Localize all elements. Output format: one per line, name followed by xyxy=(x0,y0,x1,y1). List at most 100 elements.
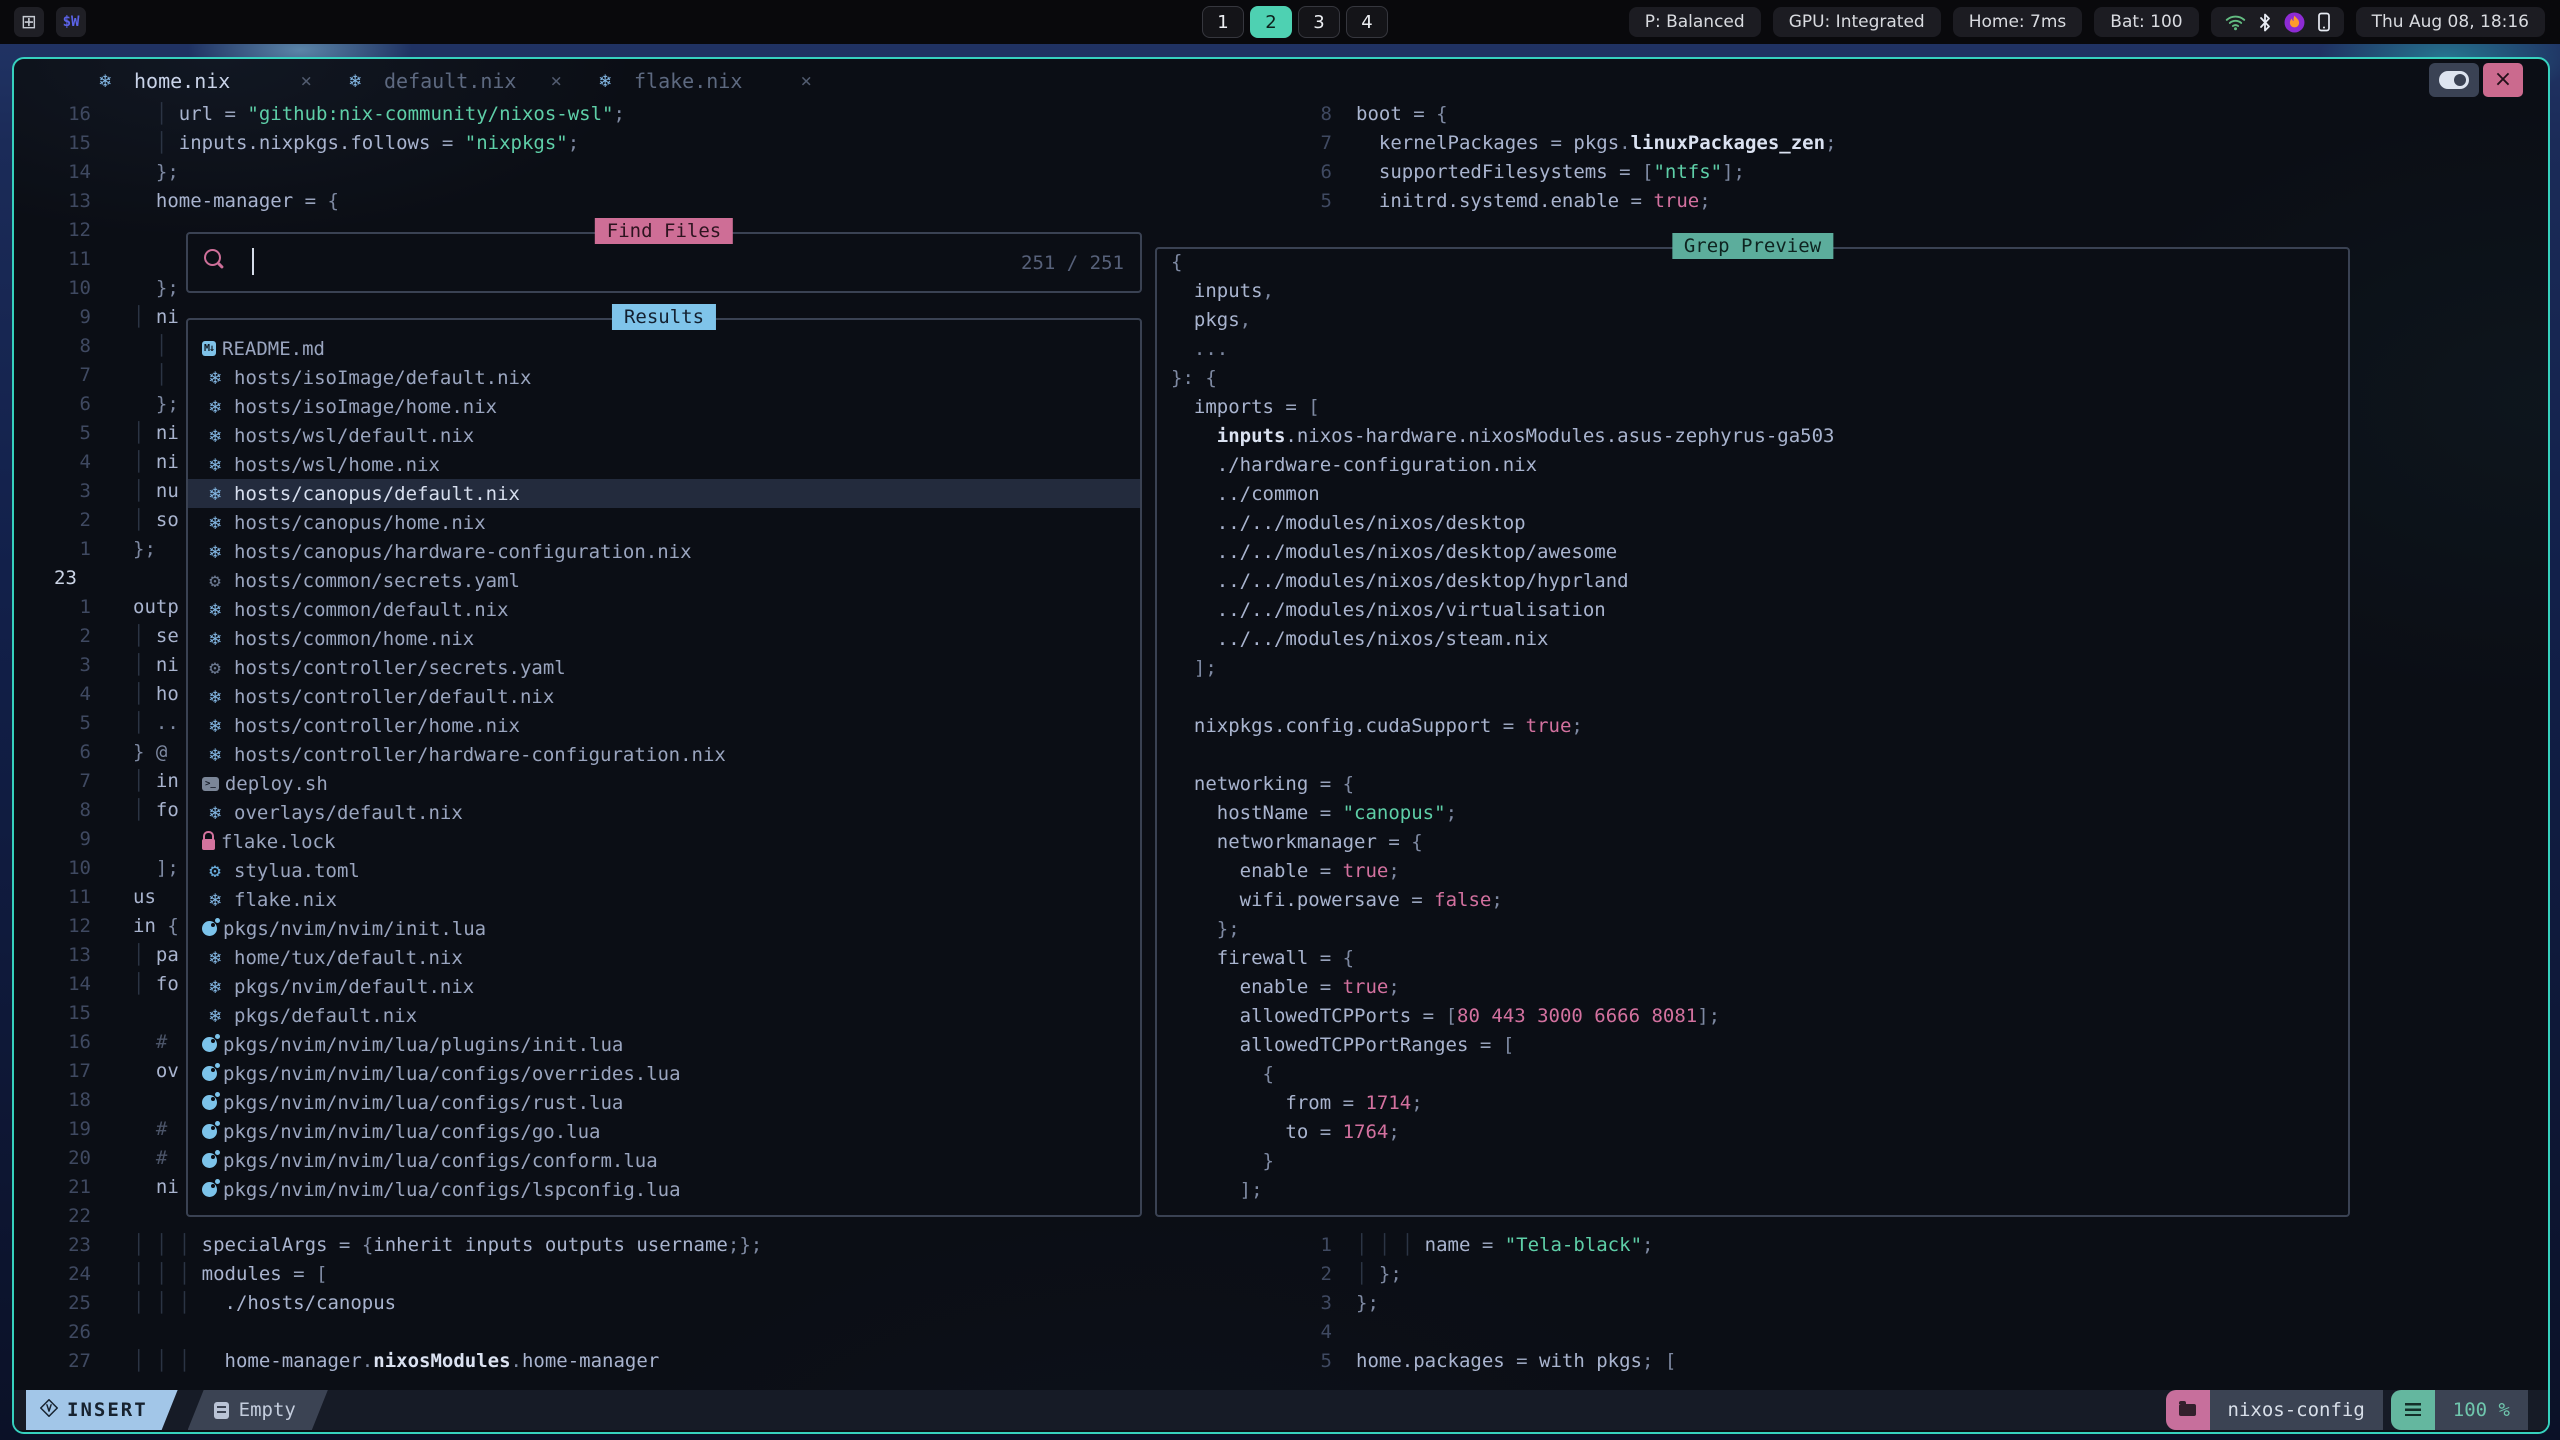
result-label: hosts/controller/secrets.yaml xyxy=(234,657,566,679)
result-item[interactable]: pkgs/nvim/nvim/lua/configs/go.lua xyxy=(188,1117,1140,1146)
line-number: 5 xyxy=(14,422,91,451)
pill-network-latency[interactable]: Home: 7ms xyxy=(1953,7,2083,37)
result-item[interactable]: pkgs/nvim/nvim/lua/configs/rust.lua xyxy=(188,1088,1140,1117)
workspace-1[interactable]: 1 xyxy=(1202,6,1244,38)
result-item[interactable]: ❄hosts/isoImage/home.nix xyxy=(188,392,1140,421)
tab-close-icon[interactable]: × xyxy=(801,70,812,92)
line-number: 2 xyxy=(1290,1263,1332,1292)
gear-icon: ⚙ xyxy=(202,570,228,592)
flame-icon[interactable] xyxy=(2284,12,2305,33)
result-item[interactable]: ❄hosts/wsl/home.nix xyxy=(188,450,1140,479)
wifi-icon[interactable] xyxy=(2225,14,2246,31)
bluetooth-icon[interactable] xyxy=(2259,13,2271,32)
lua-icon xyxy=(202,1182,217,1197)
result-item[interactable]: pkgs/nvim/nvim/lua/configs/overrides.lua xyxy=(188,1059,1140,1088)
result-item[interactable]: ❄hosts/canopus/default.nix xyxy=(188,479,1140,508)
result-item[interactable]: ❄home/tux/default.nix xyxy=(188,943,1140,972)
result-label: README.md xyxy=(222,338,325,360)
result-item[interactable]: ❄hosts/controller/default.nix xyxy=(188,682,1140,711)
preview-line: ... xyxy=(1171,338,2344,367)
preview-line: enable = true; xyxy=(1171,976,2344,1005)
code-text xyxy=(1332,1321,1356,1350)
result-item[interactable]: pkgs/nvim/nvim/lua/configs/conform.lua xyxy=(188,1146,1140,1175)
line-number: 17 xyxy=(14,1060,91,1089)
workspace-3[interactable]: 3 xyxy=(1298,6,1340,38)
tab-label: default.nix xyxy=(384,69,516,93)
result-item[interactable]: ❄hosts/common/default.nix xyxy=(188,595,1140,624)
line-number: 14 xyxy=(14,973,91,1002)
right-editor-pane-top[interactable]: 8boot = {7 kernelPackages = pkgs.linuxPa… xyxy=(1290,103,2540,219)
tab-close-icon[interactable]: × xyxy=(551,70,562,92)
code-text: │ │ │ modules = [ xyxy=(91,1263,328,1292)
line-number: 25 xyxy=(14,1292,91,1321)
nix-snowflake: ❄ xyxy=(202,628,228,650)
nix-snowflake: ❄ xyxy=(592,70,618,92)
result-item[interactable]: ❄hosts/isoImage/default.nix xyxy=(188,363,1140,392)
phone-icon[interactable] xyxy=(2318,12,2330,32)
line-number: 3 xyxy=(1290,1292,1332,1321)
clock[interactable]: Thu Aug 08, 18:16 xyxy=(2356,7,2545,37)
result-item[interactable]: ❄overlays/default.nix xyxy=(188,798,1140,827)
result-item[interactable]: pkgs/nvim/nvim/lua/plugins/init.lua xyxy=(188,1030,1140,1059)
code-text: # xyxy=(91,1031,167,1060)
result-label: hosts/common/default.nix xyxy=(234,599,509,621)
result-label: hosts/wsl/home.nix xyxy=(234,454,440,476)
right-editor-pane-bottom[interactable]: 1│ │ │ name = "Tela-black";2│ };3};45hom… xyxy=(1290,1234,2540,1379)
find-files-popup[interactable]: Find Files 251 / 251 xyxy=(186,232,1142,293)
pill-battery[interactable]: Bat: 100 xyxy=(2094,7,2198,37)
result-item[interactable]: ❄pkgs/default.nix xyxy=(188,1001,1140,1030)
result-item[interactable]: >_deploy.sh xyxy=(188,769,1140,798)
result-label: home/tux/default.nix xyxy=(234,947,463,969)
code-text: │ │ │ specialArgs = {inherit inputs outp… xyxy=(91,1234,762,1263)
tab-close-icon[interactable]: × xyxy=(301,70,312,92)
toggle-button[interactable] xyxy=(2429,63,2479,97)
code-line: 16 │ url = "github:nix-community/nixos-w… xyxy=(14,103,1284,132)
result-item[interactable]: ❄hosts/controller/hardware-configuration… xyxy=(188,740,1140,769)
result-item[interactable]: ❄hosts/canopus/home.nix xyxy=(188,508,1140,537)
line-number: 10 xyxy=(14,277,91,306)
result-item[interactable]: ❄hosts/wsl/default.nix xyxy=(188,421,1140,450)
result-item[interactable]: flake.lock xyxy=(188,827,1140,856)
result-item[interactable]: ⚙ hosts/controller/secrets.yaml xyxy=(188,653,1140,682)
result-item[interactable]: M↓README.md xyxy=(188,334,1140,363)
code-line: 5 initrd.systemd.enable = true; xyxy=(1290,190,2540,219)
result-label: hosts/isoImage/home.nix xyxy=(234,396,497,418)
result-label: deploy.sh xyxy=(225,773,328,795)
workspace-4[interactable]: 4 xyxy=(1346,6,1388,38)
window-close-button[interactable]: × xyxy=(2483,63,2523,97)
result-label: hosts/controller/home.nix xyxy=(234,715,520,737)
file-segment: Empty xyxy=(188,1390,328,1430)
pill-gpu[interactable]: GPU: Integrated xyxy=(1773,7,1941,37)
pill-power-profile[interactable]: P: Balanced xyxy=(1629,7,1761,37)
code-text: │ xyxy=(91,364,167,393)
nix-snowflake: ❄ xyxy=(202,976,228,998)
workspace-2[interactable]: 2 xyxy=(1250,6,1292,38)
result-item[interactable]: pkgs/nvim/nvim/init.lua xyxy=(188,914,1140,943)
tab-home.nix[interactable]: ❄home.nix× xyxy=(92,69,342,93)
result-item[interactable]: pkgs/nvim/nvim/lua/configs/lspconfig.lua xyxy=(188,1175,1140,1204)
preview-line xyxy=(1171,686,2344,715)
result-item[interactable]: ❄hosts/canopus/hardware-configuration.ni… xyxy=(188,537,1140,566)
code-line: 14 }; xyxy=(14,161,1284,190)
workspaces: 1234 xyxy=(1202,6,1388,38)
tab-default.nix[interactable]: ❄default.nix× xyxy=(342,69,592,93)
gear-icon: ⚙ xyxy=(202,657,228,679)
line-number: 12 xyxy=(14,915,91,944)
result-item[interactable]: ⚙hosts/common/secrets.yaml xyxy=(188,566,1140,595)
result-item[interactable]: ❄hosts/controller/home.nix xyxy=(188,711,1140,740)
code-text: │ ni xyxy=(91,306,179,335)
tab-flake.nix[interactable]: ❄flake.nix× xyxy=(592,69,842,93)
result-item[interactable]: ❄flake.nix xyxy=(188,885,1140,914)
line-number: 12 xyxy=(14,219,91,248)
terminal-app-button[interactable]: $W xyxy=(56,7,86,37)
code-text xyxy=(91,248,133,277)
terminal-app-icon: $W xyxy=(63,14,80,30)
code-line: 7 kernelPackages = pkgs.linuxPackages_ze… xyxy=(1290,132,2540,161)
result-item[interactable]: ❄pkgs/nvim/default.nix xyxy=(188,972,1140,1001)
line-number: 5 xyxy=(1290,1350,1332,1379)
launcher-button[interactable]: ⊞ xyxy=(14,7,44,37)
result-item[interactable]: ⚙stylua.toml xyxy=(188,856,1140,885)
system-tray[interactable] xyxy=(2211,7,2344,37)
nix-snowflake: ❄ xyxy=(202,541,228,563)
result-item[interactable]: ❄hosts/common/home.nix xyxy=(188,624,1140,653)
